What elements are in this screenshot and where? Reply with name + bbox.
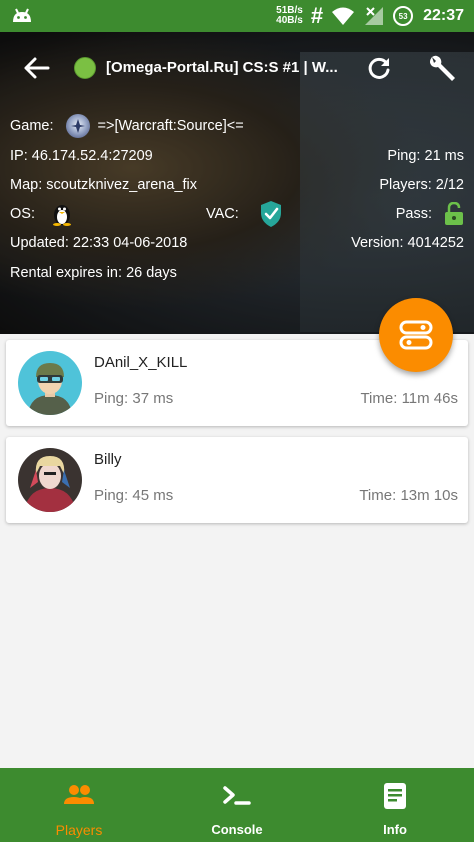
player-card[interactable]: Billy Ping: 45 ms Time: 13m 10s bbox=[6, 437, 468, 523]
player-ping-value: 45 ms bbox=[132, 487, 174, 504]
back-arrow-icon[interactable] bbox=[22, 56, 50, 80]
game-label: Game: bbox=[10, 118, 54, 134]
player-avatar bbox=[18, 448, 82, 512]
nav-console-label: Console bbox=[211, 822, 263, 837]
rental-row: Rental expires in: 26 days bbox=[10, 261, 464, 285]
status-bar: 51B/s 40B/s # 53 22:37 bbox=[0, 0, 474, 32]
rental-label: Rental expires in: bbox=[10, 265, 123, 281]
battery-badge: 53 bbox=[393, 6, 414, 26]
wrench-icon[interactable] bbox=[426, 53, 458, 83]
updated-label: Updated: bbox=[10, 235, 69, 251]
nav-info-label: Info bbox=[383, 822, 407, 837]
game-logo-icon bbox=[65, 114, 90, 138]
players-value: 2/12 bbox=[435, 177, 464, 193]
wifi-icon bbox=[332, 7, 355, 25]
version-value: 4014252 bbox=[407, 235, 464, 251]
player-time-label: Time: bbox=[360, 390, 398, 407]
hash-icon: # bbox=[310, 3, 324, 28]
server-header: [Omega-Portal.Ru] CS:S #1 | W... Game: =… bbox=[0, 32, 474, 334]
refresh-icon[interactable] bbox=[366, 55, 392, 81]
server-online-indicator bbox=[74, 57, 96, 79]
players-label: Players: bbox=[379, 177, 432, 193]
toggle-rows-icon bbox=[399, 320, 433, 350]
clock: 22:37 bbox=[423, 7, 464, 24]
player-ping-label: Ping: bbox=[94, 390, 129, 407]
vac-block: VAC: bbox=[206, 200, 283, 228]
vac-label: VAC: bbox=[206, 206, 239, 222]
android-notification-icon bbox=[13, 8, 31, 22]
version-label: Version: bbox=[351, 235, 404, 251]
linux-tux-icon bbox=[52, 205, 71, 226]
map-value: scoutzknivez_arena_fix bbox=[46, 177, 198, 193]
player-ping: Ping: 45 ms bbox=[94, 487, 173, 504]
player-avatar bbox=[18, 351, 82, 415]
network-speed: 51B/s 40B/s bbox=[276, 6, 303, 26]
terminal-icon bbox=[223, 786, 251, 805]
bottom-navigation: Players Console Info bbox=[0, 768, 474, 842]
map-label: Map: bbox=[10, 177, 43, 193]
player-time-value: 13m 10s bbox=[400, 487, 458, 504]
rental-value: 26 days bbox=[126, 265, 177, 281]
updated-value: 22:33 04-06-2018 bbox=[72, 235, 188, 251]
download-speed: 40B/s bbox=[276, 15, 303, 26]
player-name: DAnil_X_KILL bbox=[94, 354, 188, 371]
nav-console[interactable]: Console bbox=[158, 768, 316, 842]
lock-open-icon bbox=[445, 202, 463, 225]
os-row: OS: VAC: Pass: bbox=[10, 200, 464, 228]
toolbar: [Omega-Portal.Ru] CS:S #1 | W... bbox=[0, 48, 474, 88]
ip-value[interactable]: 46.174.52.4:27209 bbox=[32, 148, 153, 164]
player-time: Time: 11m 46s bbox=[360, 390, 458, 407]
nav-info[interactable]: Info bbox=[316, 768, 474, 842]
nav-players[interactable]: Players bbox=[0, 768, 158, 842]
player-time: Time: 13m 10s bbox=[359, 487, 458, 504]
signal-no-data-icon bbox=[365, 7, 384, 25]
player-name: Billy bbox=[94, 451, 122, 468]
os-label: OS: bbox=[10, 206, 35, 222]
vac-shield-check-icon bbox=[260, 201, 281, 227]
nav-players-label: Players bbox=[55, 822, 103, 838]
ping-value: 21 ms bbox=[424, 148, 465, 164]
ping-label: Ping: bbox=[387, 148, 421, 164]
player-ping: Ping: 37 ms bbox=[94, 390, 173, 407]
updated-row: Updated: 22:33 04-06-2018 Version: 40142… bbox=[10, 231, 464, 255]
view-toggle-fab[interactable] bbox=[379, 298, 453, 372]
game-row: Game: =>[Warcraft:Source]<= bbox=[10, 114, 464, 138]
player-time-label: Time: bbox=[359, 487, 397, 504]
people-icon bbox=[64, 785, 94, 804]
ip-label: IP: bbox=[10, 148, 28, 164]
player-ping-label: Ping: bbox=[94, 487, 129, 504]
game-value: =>[Warcraft:Source]<= bbox=[97, 118, 244, 134]
pass-label: Pass: bbox=[395, 206, 432, 222]
server-title: [Omega-Portal.Ru] CS:S #1 | W... bbox=[106, 59, 338, 76]
player-time-value: 11m 46s bbox=[401, 390, 458, 407]
ip-row: IP: 46.174.52.4:27209 Ping: 21 ms bbox=[10, 144, 464, 168]
document-icon bbox=[384, 783, 406, 809]
player-ping-value: 37 ms bbox=[132, 390, 174, 407]
map-row: Map: scoutzknivez_arena_fix Players: 2/1… bbox=[10, 173, 464, 197]
